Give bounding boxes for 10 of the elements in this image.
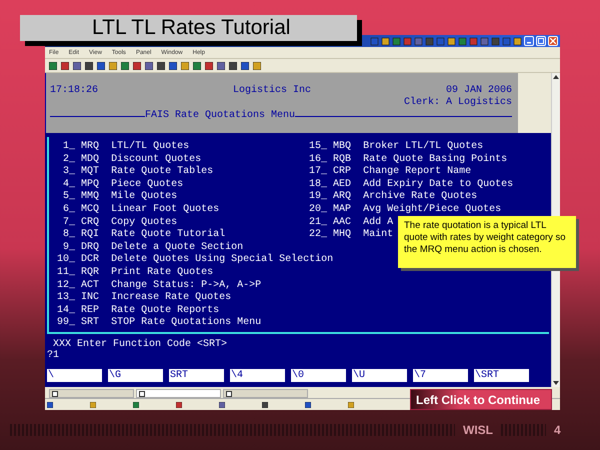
prompt-text: XXX Enter Function Code <SRT> <box>52 338 228 350</box>
page-number: 4 <box>554 423 561 437</box>
footer-brand: WISL <box>463 423 493 437</box>
slide-title: LTL TL Rates Tutorial <box>20 15 357 41</box>
time-text: 17:18:26 <box>50 85 98 97</box>
menu-title: FAIS Rate Quotations Menu <box>145 110 296 122</box>
date-text: 09 JAN 2006 <box>446 85 512 96</box>
company-name: Logistics Inc <box>232 85 311 97</box>
callout-tooltip: The rate quotation is a typical LTL quote with rates by weight category so the MRQ menu action is chosen. <box>398 216 576 268</box>
clerk-text: Clerk: A Logistics <box>404 97 512 108</box>
